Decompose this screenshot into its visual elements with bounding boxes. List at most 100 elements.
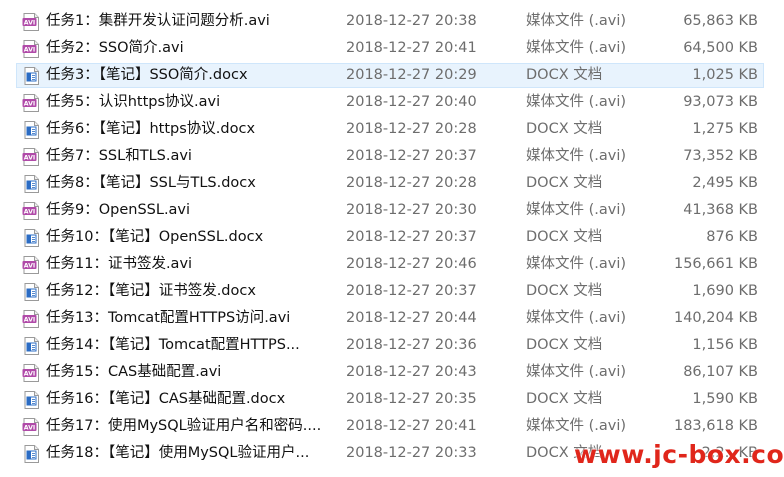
file-date-modified: 2018-12-27 20:41	[346, 40, 477, 56]
file-size: 1,025 KB	[692, 67, 758, 83]
file-name: 任务17：使用MySQL验证用户名和密码....	[46, 418, 322, 434]
file-size: 2,495 KB	[692, 175, 758, 191]
file-date-modified: 2018-12-27 20:29	[346, 67, 477, 83]
avi-file-icon: AVI	[22, 418, 40, 436]
avi-file-icon: AVI	[22, 310, 40, 328]
file-date-modified: 2018-12-27 20:41	[346, 418, 477, 434]
file-name: 任务9：OpenSSL.avi	[46, 202, 191, 218]
file-date-modified: 2018-12-27 20:28	[346, 175, 477, 191]
file-name: 任务3：【笔记】SSO简介.docx	[46, 67, 248, 83]
file-name: 任务7：SSL和TLS.avi	[46, 148, 192, 164]
file-row[interactable]: AVI 任务1：集群开发认证问题分析.avi 2018-12-27 20:38 媒体文…	[0, 8, 784, 35]
avi-file-icon: AVI	[22, 202, 40, 220]
file-type: 媒体文件 (.avi)	[526, 364, 627, 380]
docx-file-icon	[22, 391, 40, 409]
file-date-modified: 2018-12-27 20:37	[346, 283, 477, 299]
docx-file-icon	[22, 67, 40, 85]
file-date-modified: 2018-12-27 20:40	[346, 94, 477, 110]
file-size: 73,352 KB	[683, 148, 758, 164]
file-row[interactable]: 任务6：【笔记】https协议.docx 2018-12-27 20:28 DOCX…	[0, 116, 784, 143]
file-name: 任务10：【笔记】OpenSSL.docx	[46, 229, 264, 245]
file-row[interactable]: 任务8：【笔记】SSL与TLS.docx 2018-12-27 20:28 DOCX…	[0, 170, 784, 197]
svg-text:AVI: AVI	[24, 20, 35, 27]
file-row[interactable]: AVI 任务7：SSL和TLS.avi 2018-12-27 20:37 媒体文件 (…	[0, 143, 784, 170]
file-size: 1,690 KB	[692, 283, 758, 299]
file-name: 任务16：【笔记】CAS基础配置.docx	[46, 391, 286, 407]
watermark-text: www.jc-box.com	[574, 440, 784, 469]
file-name: 任务14：【笔记】Tomcat配置HTTPS...	[46, 337, 300, 353]
file-row[interactable]: AVI 任务15：CAS基础配置.avi 2018-12-27 20:43 媒体文件 …	[0, 359, 784, 386]
file-size: 1,275 KB	[692, 121, 758, 137]
docx-file-icon	[22, 121, 40, 139]
file-row[interactable]: AVI 任务17：使用MySQL验证用户名和密码.... 2018-12-27 20…	[0, 413, 784, 440]
file-type: 媒体文件 (.avi)	[526, 310, 627, 326]
docx-file-icon	[22, 175, 40, 193]
avi-file-icon: AVI	[22, 256, 40, 274]
file-size: 86,107 KB	[683, 364, 758, 380]
file-list: AVI 任务1：集群开发认证问题分析.avi 2018-12-27 20:38 媒体文…	[0, 8, 784, 467]
file-size: 65,863 KB	[683, 13, 758, 29]
avi-file-icon: AVI	[22, 13, 40, 31]
file-date-modified: 2018-12-27 20:37	[346, 148, 477, 164]
docx-file-icon	[22, 283, 40, 301]
file-type: 媒体文件 (.avi)	[526, 40, 627, 56]
file-date-modified: 2018-12-27 20:43	[346, 364, 477, 380]
file-row[interactable]: 任务14：【笔记】Tomcat配置HTTPS... 2018-12-27 20:3…	[0, 332, 784, 359]
file-size: 156,661 KB	[673, 256, 758, 272]
file-row[interactable]: AVI 任务9：OpenSSL.avi 2018-12-27 20:30 媒体文件 (…	[0, 197, 784, 224]
file-type: 媒体文件 (.avi)	[526, 418, 627, 434]
file-type: DOCX 文档	[526, 121, 603, 137]
svg-text:AVI: AVI	[24, 317, 35, 324]
file-type: DOCX 文档	[526, 337, 603, 353]
file-date-modified: 2018-12-27 20:37	[346, 229, 477, 245]
file-size: 876 KB	[706, 229, 758, 245]
file-size: 1,156 KB	[692, 337, 758, 353]
file-date-modified: 2018-12-27 20:30	[346, 202, 477, 218]
file-name: 任务5：认识https协议.avi	[46, 94, 221, 110]
file-date-modified: 2018-12-27 20:46	[346, 256, 477, 272]
file-type: 媒体文件 (.avi)	[526, 94, 627, 110]
file-size: 183,618 KB	[673, 418, 758, 434]
svg-text:AVI: AVI	[24, 209, 35, 216]
svg-text:AVI: AVI	[24, 155, 35, 162]
file-size: 1,590 KB	[692, 391, 758, 407]
file-name: 任务1：集群开发认证问题分析.avi	[46, 13, 270, 29]
file-name: 任务13：Tomcat配置HTTPS访问.avi	[46, 310, 291, 326]
docx-file-icon	[22, 445, 40, 463]
file-type: DOCX 文档	[526, 283, 603, 299]
file-row[interactable]: 任务3：【笔记】SSO简介.docx 2018-12-27 20:29 DOCX 文…	[0, 62, 784, 89]
file-type: DOCX 文档	[526, 67, 603, 83]
file-name: 任务18：【笔记】使用MySQL验证用户...	[46, 445, 310, 461]
file-type: 媒体文件 (.avi)	[526, 13, 627, 29]
file-date-modified: 2018-12-27 20:28	[346, 121, 477, 137]
file-type: 媒体文件 (.avi)	[526, 148, 627, 164]
file-size: 140,204 KB	[673, 310, 758, 326]
file-row[interactable]: 任务16：【笔记】CAS基础配置.docx 2018-12-27 20:35 DOC…	[0, 386, 784, 413]
file-type: DOCX 文档	[526, 391, 603, 407]
avi-file-icon: AVI	[22, 40, 40, 58]
svg-text:AVI: AVI	[24, 263, 35, 270]
file-type: DOCX 文档	[526, 229, 603, 245]
file-row[interactable]: AVI 任务11：证书签发.avi 2018-12-27 20:46 媒体文件 (.a…	[0, 251, 784, 278]
file-name: 任务12：【笔记】证书签发.docx	[46, 283, 256, 299]
file-size: 64,500 KB	[683, 40, 758, 56]
file-type: 媒体文件 (.avi)	[526, 202, 627, 218]
svg-text:AVI: AVI	[24, 101, 35, 108]
avi-file-icon: AVI	[22, 364, 40, 382]
file-size: 41,368 KB	[683, 202, 758, 218]
svg-text:AVI: AVI	[24, 47, 35, 54]
avi-file-icon: AVI	[22, 148, 40, 166]
file-type: DOCX 文档	[526, 175, 603, 191]
file-type: 媒体文件 (.avi)	[526, 256, 627, 272]
file-row[interactable]: AVI 任务5：认识https协议.avi 2018-12-27 20:40 媒体文件…	[0, 89, 784, 116]
svg-text:AVI: AVI	[24, 371, 35, 378]
file-name: 任务11：证书签发.avi	[46, 256, 193, 272]
file-date-modified: 2018-12-27 20:35	[346, 391, 477, 407]
docx-file-icon	[22, 337, 40, 355]
file-date-modified: 2018-12-27 20:36	[346, 337, 477, 353]
file-row[interactable]: 任务12：【笔记】证书签发.docx 2018-12-27 20:37 DOCX 文…	[0, 278, 784, 305]
file-row[interactable]: AVI 任务2：SSO简介.avi 2018-12-27 20:41 媒体文件 (.a…	[0, 35, 784, 62]
file-date-modified: 2018-12-27 20:38	[346, 13, 477, 29]
file-row[interactable]: 任务10：【笔记】OpenSSL.docx 2018-12-27 20:37 DOC…	[0, 224, 784, 251]
file-row[interactable]: AVI 任务13：Tomcat配置HTTPS访问.avi 2018-12-27 20…	[0, 305, 784, 332]
